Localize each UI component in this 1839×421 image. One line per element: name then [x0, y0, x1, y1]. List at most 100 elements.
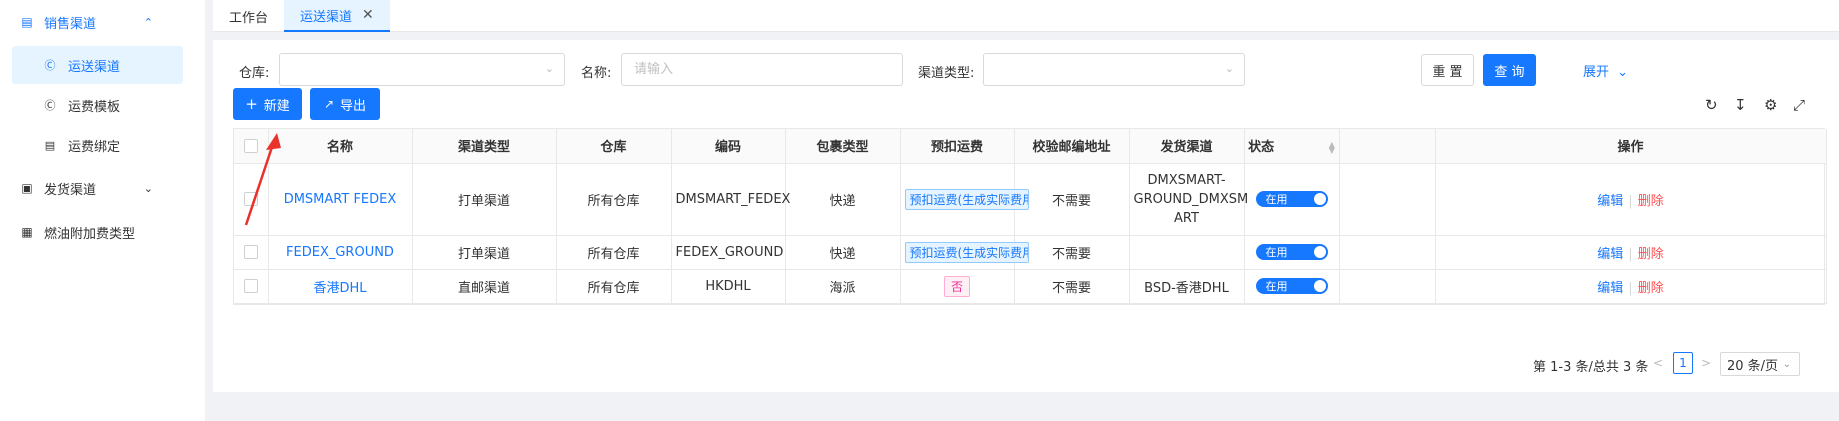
channel-name-link[interactable]: DMSMART FEDEX [284, 192, 397, 207]
select-all-checkbox[interactable] [243, 138, 258, 153]
action-divider: | [1628, 193, 1633, 209]
select-all-checkbox-cell [234, 129, 269, 164]
column-header-status[interactable]: 状态 ▲ ▼ [1244, 129, 1340, 164]
cell-name: 香港DHL [268, 269, 413, 304]
cell-ship-channel [1129, 235, 1245, 270]
action-divider: | [1628, 280, 1633, 296]
column-header-package-type: 包裹类型 [785, 129, 901, 164]
fullscreen-icon[interactable]: ⤢ [1793, 96, 1805, 114]
cell-empty [1339, 269, 1436, 304]
sidebar-item-freight-template[interactable]: Ⓒ 运费模板 [0, 86, 205, 124]
sidebar-item-label: 运送渠道 [68, 59, 121, 75]
column-header-code: 编码 [671, 129, 786, 164]
ship-channel-line: DMXSMART- [1147, 172, 1226, 188]
column-height-icon[interactable]: ↧ [1734, 96, 1747, 114]
sidebar-group-label: 销售渠道 [44, 16, 97, 32]
cell-actions: 编辑 | 删除 [1435, 163, 1827, 236]
cell-package-type: 快递 [785, 163, 901, 236]
tab-label: 运送渠道 [300, 9, 353, 25]
refresh-icon[interactable]: ↻ [1705, 96, 1718, 114]
cell-code: DMSMART_FEDEX [671, 163, 790, 236]
channel-type-label: 渠道类型: [918, 66, 975, 81]
cell-ship-channel: BSD-香港DHL [1129, 269, 1245, 304]
sidebar-item-label: 运费模板 [68, 99, 121, 115]
edit-link[interactable]: 编辑 [1597, 194, 1623, 209]
channel-type-select[interactable]: ⌄ [983, 53, 1245, 86]
row-checkbox[interactable] [243, 192, 258, 206]
channel-name-link[interactable]: 香港DHL [313, 281, 366, 296]
cell-warehouse: 所有仓库 [556, 269, 672, 304]
cell-actions: 编辑 | 删除 [1435, 235, 1827, 270]
column-header-channel-type: 渠道类型 [412, 129, 557, 164]
tab-bar: 工作台 运送渠道 ✕ [213, 0, 1839, 32]
chevron-down-icon: ⌄ [1782, 358, 1791, 370]
prev-page-icon[interactable]: < [1653, 356, 1663, 370]
expand-link[interactable]: 展开 ⌄ [1583, 61, 1628, 80]
new-button[interactable]: + 新建 [233, 88, 302, 120]
sort-icon[interactable]: ▲ ▼ [1329, 140, 1335, 154]
warehouse-select[interactable]: ⌄ [279, 53, 565, 86]
cell-prepaid: 预扣运费(生成实际费用) [900, 235, 1029, 270]
reset-button[interactable]: 重 置 [1421, 54, 1474, 86]
tab-workbench[interactable]: 工作台 [213, 0, 284, 32]
table-header-row: 名称 渠道类型 仓库 编码 包裹类型 预扣运费 校验邮编地址 发货渠道 状态 ▲… [234, 129, 1827, 164]
sidebar-group-fuel-surcharge[interactable]: ▦ 燃油附加费类型 [0, 210, 205, 254]
tab-shipping-channel[interactable]: 运送渠道 ✕ [284, 0, 390, 32]
sidebar-group-sales-channel[interactable]: ▤ 销售渠道 ⌃ [0, 0, 205, 44]
chevron-up-icon: ⌃ [143, 15, 153, 29]
cell-warehouse: 所有仓库 [556, 163, 672, 236]
status-toggle-label: 在用 [1265, 246, 1288, 259]
delete-link[interactable]: 删除 [1638, 247, 1664, 262]
cell-status: 在用 [1244, 163, 1340, 236]
toggle-knob [1313, 193, 1326, 205]
sidebar-item-freight-binding[interactable]: ▤ 运费绑定 [0, 126, 205, 164]
sidebar-item-label: 运费绑定 [68, 139, 121, 155]
export-icon: ↗ [323, 97, 335, 111]
chevron-down-icon: ⌄ [143, 181, 153, 195]
cell-warehouse: 所有仓库 [556, 235, 672, 270]
delete-link[interactable]: 删除 [1638, 281, 1664, 296]
next-page-icon[interactable]: > [1701, 356, 1711, 370]
calendar-icon: ▦ [21, 225, 33, 239]
status-toggle[interactable]: 在用 [1255, 191, 1328, 207]
cell-code: HKDHL [671, 269, 786, 304]
page-size-value: 20 条/页 [1727, 358, 1779, 374]
page-number-current[interactable]: 1 [1673, 352, 1693, 374]
row-checkbox-cell [234, 269, 269, 304]
row-checkbox[interactable] [243, 279, 258, 293]
cell-verify-zip: 不需要 [1014, 163, 1130, 236]
status-toggle[interactable]: 在用 [1255, 244, 1328, 260]
chevron-down-icon: ⌄ [544, 62, 554, 75]
row-checkbox[interactable] [243, 245, 258, 259]
cell-ship-channel: DMXSMART- GROUND_DMXSM ART [1129, 163, 1248, 236]
sidebar-group-delivery-channel[interactable]: ▣ 发货渠道 ⌄ [0, 166, 205, 210]
table-row: FEDEX_GROUND 打单渠道 所有仓库 FEDEX_GROUND 快递 预… [234, 235, 1827, 270]
search-button[interactable]: 查 询 [1483, 54, 1536, 86]
page-size-select[interactable]: 20 条/页 ⌄ [1720, 352, 1800, 376]
cell-prepaid: 预扣运费(生成实际费用) [900, 163, 1029, 236]
status-toggle[interactable]: 在用 [1255, 278, 1328, 294]
cell-package-type: 海派 [785, 269, 901, 304]
tab-label: 工作台 [229, 10, 269, 26]
delete-link[interactable]: 删除 [1638, 194, 1664, 209]
name-input[interactable] [621, 53, 903, 86]
close-icon[interactable]: ✕ [362, 7, 374, 23]
cell-prepaid: 否 [900, 269, 1015, 304]
list-icon: ▤ [21, 15, 33, 29]
cell-empty [1339, 235, 1436, 270]
column-header-ship-channel: 发货渠道 [1129, 129, 1245, 164]
gear-icon[interactable]: ⚙ [1764, 96, 1777, 114]
sidebar-item-shipping-channel[interactable]: Ⓒ 运送渠道 [12, 46, 183, 84]
chevron-down-icon: ⌄ [1617, 65, 1629, 80]
cell-status: 在用 [1244, 269, 1340, 304]
sidebar: ▤ 销售渠道 ⌃ Ⓒ 运送渠道 Ⓒ 运费模板 ▤ 运费绑定 ▣ 发货渠道 ⌄ ▦… [0, 0, 205, 421]
coin-icon: Ⓒ [44, 99, 56, 112]
edit-link[interactable]: 编辑 [1597, 281, 1623, 296]
export-button[interactable]: ↗ 导出 [310, 88, 380, 120]
channel-name-link[interactable]: FEDEX_GROUND [286, 245, 394, 260]
coin-icon: Ⓒ [44, 59, 56, 72]
edit-link[interactable]: 编辑 [1597, 247, 1623, 262]
plus-icon: + [245, 95, 258, 113]
cell-package-type: 快递 [785, 235, 901, 270]
column-header-empty [1339, 129, 1436, 164]
